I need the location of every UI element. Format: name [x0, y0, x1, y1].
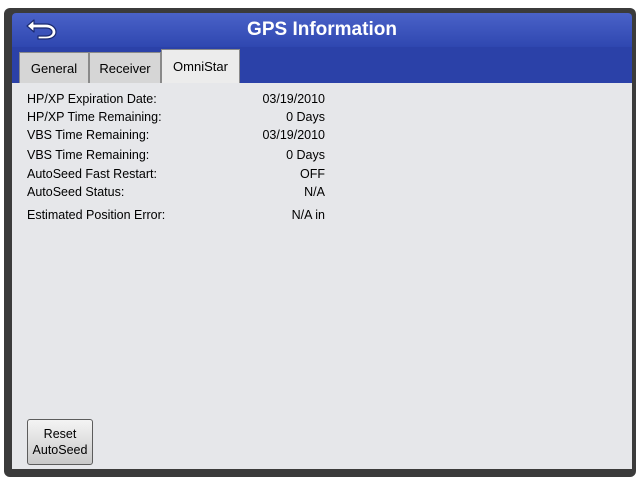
row-value: 0 Days: [286, 148, 325, 162]
row-label: VBS Time Remaining:: [27, 128, 150, 142]
row-label: AutoSeed Status:: [27, 185, 125, 199]
tab-bar: General Receiver OmniStar: [12, 47, 632, 83]
tab-general[interactable]: General: [19, 52, 89, 83]
back-arrow-icon: [24, 16, 60, 45]
reset-autoseed-button[interactable]: Reset AutoSeed: [27, 419, 93, 465]
row-label: AutoSeed Fast Restart:: [27, 167, 157, 181]
reset-autoseed-line2: AutoSeed: [32, 443, 88, 457]
row-label: HP/XP Time Remaining:: [27, 110, 162, 124]
omnistar-panel: HP/XP Expiration Date: 03/19/2010 HP/XP …: [12, 83, 632, 469]
window-frame: GPS Information General Receiver OmniSta…: [4, 8, 636, 477]
row-value: N/A: [304, 185, 325, 199]
page-title: GPS Information: [247, 19, 397, 40]
tab-omnistar[interactable]: OmniStar: [161, 49, 240, 83]
row-label: HP/XP Expiration Date:: [27, 92, 157, 106]
tab-receiver[interactable]: Receiver: [89, 52, 161, 83]
row-label: Estimated Position Error:: [27, 208, 166, 222]
row-value: 03/19/2010: [262, 128, 325, 142]
row-value: 03/19/2010: [262, 92, 325, 106]
reset-autoseed-line1: Reset: [43, 427, 77, 441]
row-label: VBS Time Remaining:: [27, 148, 150, 162]
back-button[interactable]: [22, 16, 62, 44]
row-value: 0 Days: [286, 110, 325, 124]
row-value: OFF: [300, 167, 325, 181]
row-value: N/A in: [291, 208, 325, 222]
title-bar: GPS Information: [12, 13, 632, 47]
